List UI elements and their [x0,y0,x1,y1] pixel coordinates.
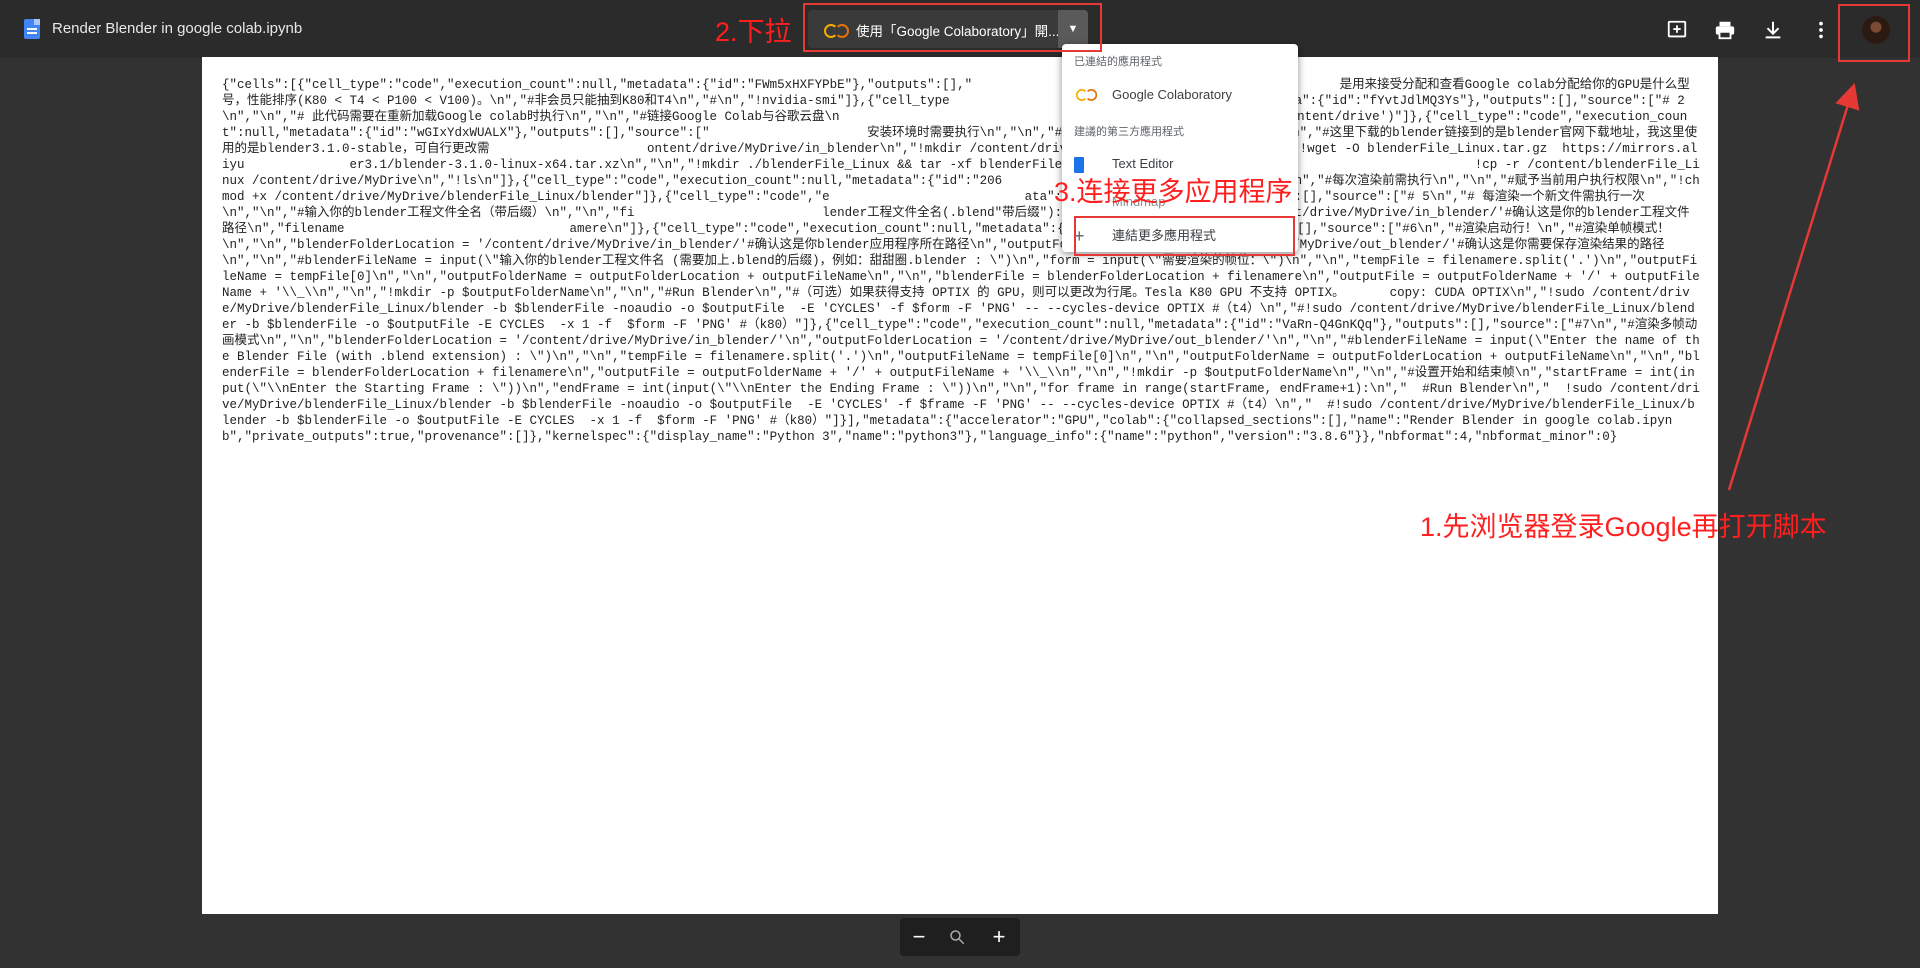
menu-section-suggested-apps: 建議的第三方應用程式 [1074,126,1184,138]
add-comment-icon[interactable] [1666,19,1688,41]
menu-item-label: Google Colaboratory [1112,87,1232,102]
annotation-box-open-with [803,3,1102,52]
download-icon[interactable] [1762,19,1784,41]
zoom-out-button[interactable]: − [906,924,932,950]
zoom-reset-icon[interactable] [948,928,966,946]
annotation-step1: 1.先浏览器登录Google再打开脚本 [1420,512,1827,542]
document-page: {"cells":[{"cell_type":"code","execution… [202,57,1718,914]
more-vert-icon[interactable] [1810,19,1832,41]
menu-item-google-colaboratory[interactable]: Google Colaboratory [1074,87,1232,103]
colab-logo-icon [1075,89,1098,102]
print-icon[interactable] [1714,19,1736,41]
zoom-in-button[interactable]: + [986,924,1012,950]
google-docs-file-icon [24,19,40,39]
annotation-box-connect-more [1074,216,1295,256]
document-content: {"cells":[{"cell_type":"code","execution… [222,78,1700,444]
annotation-step2: 2.下拉 [715,17,792,47]
zoom-controls: − + [900,918,1020,956]
menu-item-label: Text Editor [1112,156,1174,171]
annotation-step3: 3.连接更多应用程序 [1054,177,1293,207]
menu-section-connected-apps: 已連結的應用程式 [1074,56,1162,68]
annotation-box-avatar [1838,4,1910,62]
file-title: Render Blender in google colab.ipynb [52,20,303,37]
